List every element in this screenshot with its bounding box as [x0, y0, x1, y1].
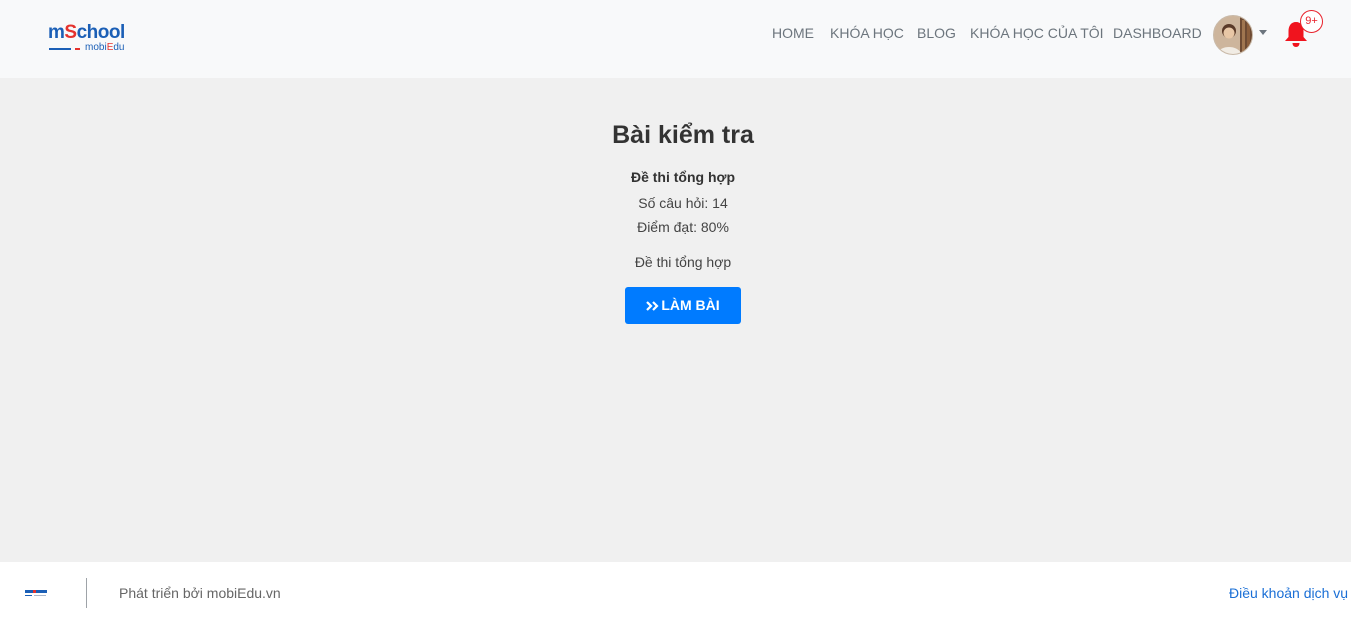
footer-credit: Phát triển bởi mobiEdu.vn	[119, 585, 281, 601]
exam-name: Đề thi tổng hợp	[630, 169, 736, 185]
footer-divider	[86, 578, 87, 608]
mschool-logo[interactable]: mSchool mobiEdu	[48, 22, 138, 56]
start-exam-button[interactable]: LÀM BÀI	[625, 287, 741, 324]
nav-blog[interactable]: BLOG	[917, 24, 956, 42]
start-exam-label: LÀM BÀI	[661, 297, 720, 313]
nav-courses[interactable]: KHÓA HỌC	[830, 24, 904, 42]
nav-my-courses[interactable]: KHÓA HỌC CỦA TÔI	[970, 24, 1104, 42]
nav-dashboard[interactable]: DASHBOARD	[1113, 24, 1202, 42]
exam-description: Đề thi tổng hợp	[634, 254, 732, 270]
question-count: Số câu hỏi: 14	[638, 195, 728, 211]
footer: Phát triển bởi mobiEdu.vn Điều khoản dịc…	[0, 562, 1351, 621]
nav-home[interactable]: HOME	[772, 24, 814, 42]
user-avatar[interactable]	[1213, 15, 1253, 55]
pass-score: Điểm đạt: 80%	[637, 219, 729, 235]
page-title: Bài kiểm tra	[612, 121, 754, 149]
top-navbar: mSchool mobiEdu HOME KHÓA HỌC BLOG KHÓA …	[0, 0, 1351, 78]
terms-link[interactable]: Điều khoản dịch vụ	[1229, 584, 1348, 602]
footer-logo[interactable]	[25, 586, 51, 600]
logo-wordmark: mSchool	[48, 22, 125, 43]
notification-badge[interactable]: 9+	[1300, 10, 1323, 33]
logo-subtext: mobiEdu	[48, 42, 136, 54]
double-chevron-right-icon	[646, 288, 659, 311]
caret-down-icon[interactable]	[1259, 30, 1267, 35]
